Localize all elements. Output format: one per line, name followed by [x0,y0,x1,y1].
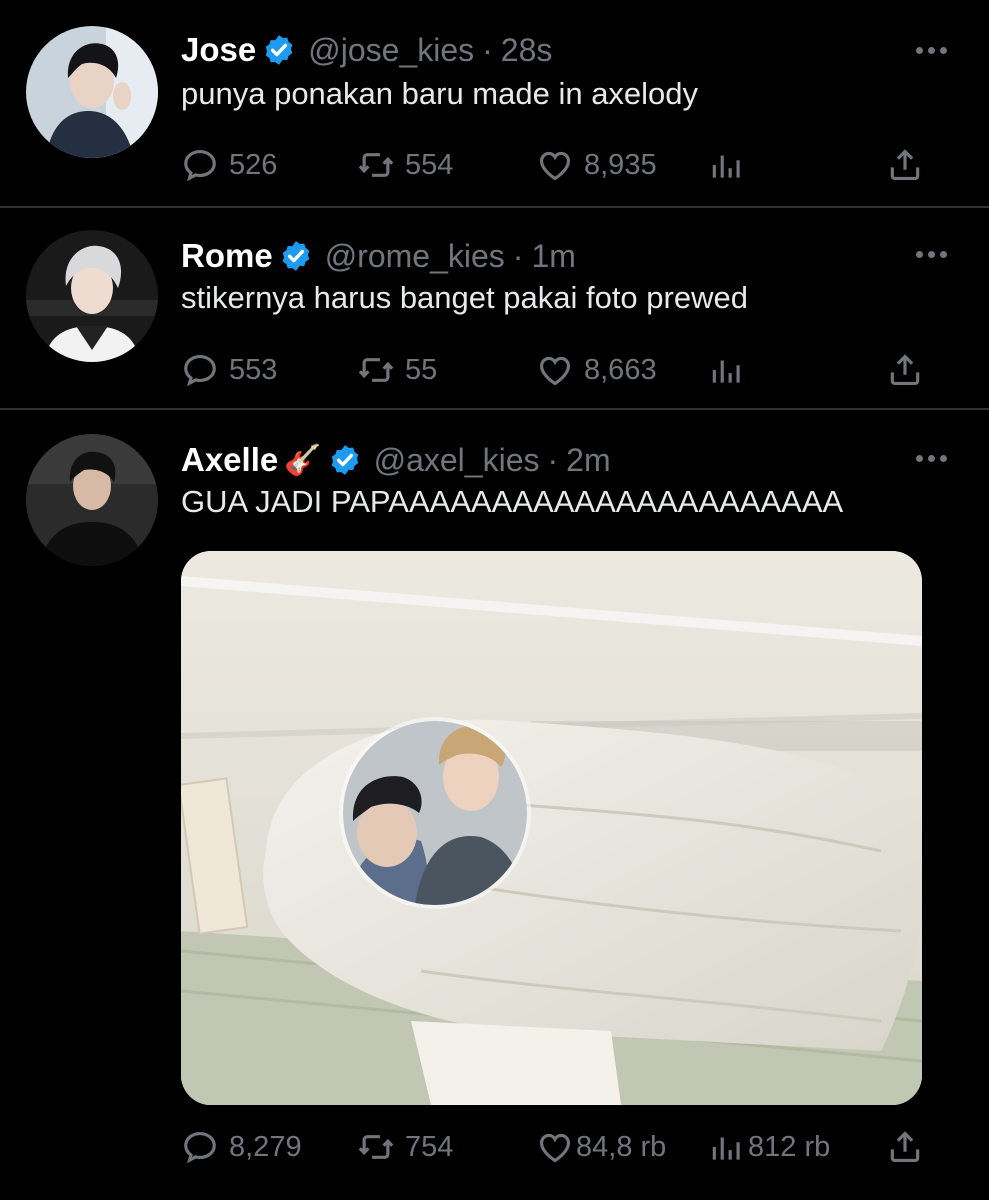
tweet-header: Axelle 🎸 @axel_kies · 2m [181,437,611,483]
tweet-rome[interactable]: Rome @rome_kies · 1m stikernya harus ban… [0,208,989,408]
tweet-header: Rome @rome_kies · 1m [181,233,576,279]
retweet-count: 554 [405,148,454,181]
timestamp[interactable]: 28s [501,32,553,69]
reply-count: 8,279 [229,1130,302,1163]
reply-icon [181,1128,219,1166]
retweet-count: 754 [405,1130,454,1163]
tweet-header: Jose @jose_kies · 28s [181,27,552,73]
reply-icon [181,146,219,184]
verified-icon [328,443,362,477]
timestamp[interactable]: 1m [531,238,575,275]
reply-count: 553 [229,353,278,386]
retweet-icon [357,351,395,389]
timestamp[interactable]: 2m [566,442,610,479]
display-name[interactable]: Rome [181,237,273,275]
share-button[interactable] [886,143,924,187]
reply-button[interactable]: 553 [181,348,277,392]
retweet-button[interactable]: 55 [357,348,437,392]
reply-icon [181,351,219,389]
more-icon[interactable] [916,448,956,468]
dot-separator: · [482,31,493,68]
like-button[interactable]: 8,663 [536,348,657,392]
like-count: 8,663 [584,353,657,386]
like-icon [536,146,574,184]
avatar-jose[interactable] [26,26,158,158]
verified-icon [262,33,296,67]
like-count: 8,935 [584,148,657,181]
like-icon [536,1128,574,1166]
username-handle[interactable]: @axel_kies [374,442,540,479]
username-handle[interactable]: @jose_kies [308,32,474,69]
like-icon [536,351,574,389]
dot-separator: · [547,441,559,478]
reply-button[interactable]: 8,279 [181,1125,302,1169]
like-button[interactable]: 8,935 [536,143,657,187]
reply-button[interactable]: 526 [181,143,277,187]
views-icon [708,351,746,389]
username-handle[interactable]: @rome_kies [325,238,505,275]
action-bar: 8,279 754 84,8 rb 812 rb [181,1125,931,1169]
like-button[interactable]: 84,8 rb [536,1125,666,1169]
retweet-icon [357,1128,395,1166]
tweet-text: GUA JADI PAPAAAAAAAAAAAAAAAAAAAAAA [181,484,844,519]
share-icon [886,146,924,184]
share-icon [886,1128,924,1166]
avatar-rome[interactable] [26,230,158,362]
like-count: 84,8 rb [576,1130,667,1163]
views-icon [708,1128,746,1166]
reply-count: 526 [229,148,278,181]
retweet-count: 55 [405,353,438,386]
display-name[interactable]: Axelle [181,441,278,479]
dot-separator: · [512,237,524,274]
more-icon[interactable] [916,40,956,60]
guitar-emoji: 🎸 [284,443,322,477]
views-button[interactable]: 812 rb [708,1125,830,1169]
avatar-axelle[interactable] [26,434,158,566]
action-bar: 526 554 8,935 [181,143,931,187]
share-icon [886,351,924,389]
tweet-text: stikernya harus banget pakai foto prewed [181,280,748,315]
views-icon [708,146,746,184]
retweet-button[interactable]: 554 [357,143,453,187]
tweet-media-image[interactable] [181,551,922,1105]
views-button[interactable] [708,348,756,392]
verified-icon [279,239,313,273]
views-count: 812 rb [748,1130,831,1163]
share-button[interactable] [886,1125,924,1169]
retweet-icon [357,146,395,184]
more-icon[interactable] [916,244,956,264]
retweet-button[interactable]: 754 [357,1125,453,1169]
display-name[interactable]: Jose [181,31,256,69]
action-bar: 553 55 8,663 [181,348,931,392]
share-button[interactable] [886,348,924,392]
tweet-jose[interactable]: Jose @jose_kies · 28s punya ponakan baru… [0,0,989,206]
tweet-text: punya ponakan baru made in axelody [181,76,699,111]
views-button[interactable] [708,143,756,187]
